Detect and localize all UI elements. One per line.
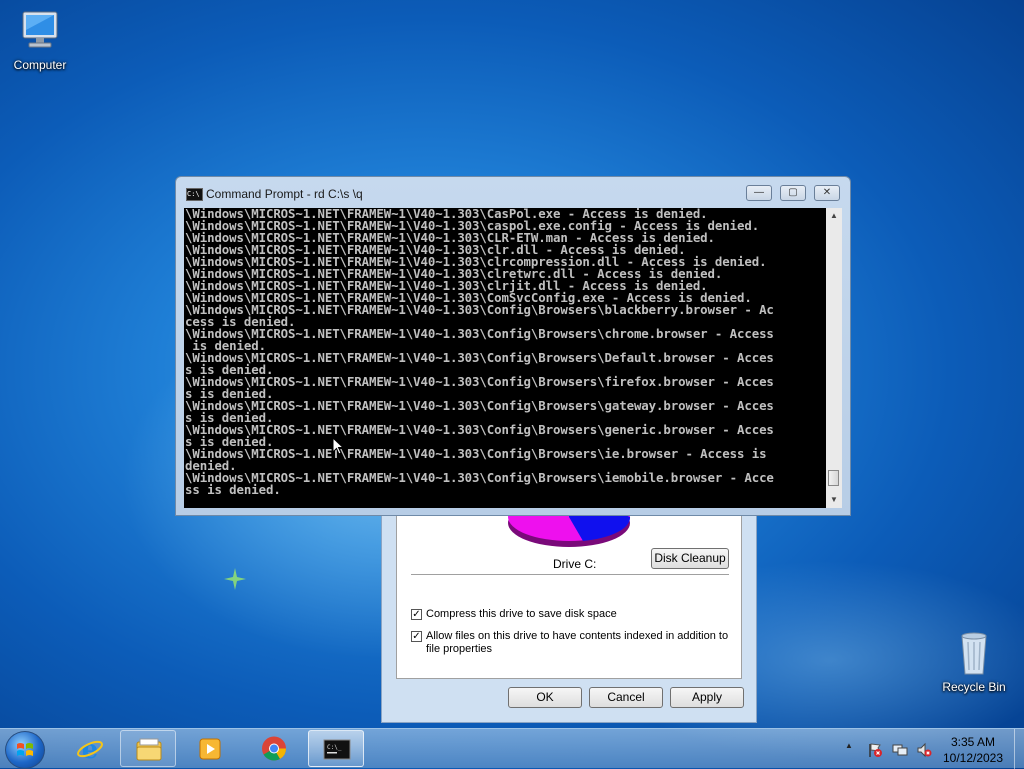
scroll-up-arrow-icon[interactable]: ▲: [826, 208, 842, 224]
minimize-button[interactable]: —: [746, 185, 772, 201]
desktop-icon-label: Recycle Bin: [942, 680, 1006, 694]
index-label-line2: file properties: [426, 643, 493, 655]
scroll-down-arrow-icon[interactable]: ▼: [826, 492, 842, 508]
taskbar-item-chrome[interactable]: [246, 730, 302, 767]
computer-icon: [22, 11, 58, 48]
taskbar-item-windows-explorer[interactable]: [120, 730, 176, 767]
index-option[interactable]: ✓ Allow files on this drive to have cont…: [411, 630, 728, 656]
network-icon[interactable]: [892, 742, 908, 758]
general-tab-panel: Drive C: Disk Cleanup ✓ Compress this dr…: [396, 501, 742, 679]
index-label: Allow files on this drive to have conten…: [426, 630, 728, 656]
show-desktop-button[interactable]: [1014, 729, 1024, 769]
console-output[interactable]: \Windows\MICROS~1.NET\FRAMEW~1\V40~1.303…: [184, 208, 826, 508]
taskbar: e C:\_ ▲ 3:35 AM 10/12/2023: [0, 728, 1024, 769]
taskbar-item-media-player[interactable]: [182, 730, 238, 767]
ok-button[interactable]: OK: [508, 687, 582, 708]
volume-muted-icon[interactable]: [916, 742, 932, 758]
svg-text:C:\_: C:\_: [327, 744, 342, 751]
tray-expand-icon[interactable]: ▲: [845, 741, 853, 750]
compress-checkbox[interactable]: ✓: [411, 609, 422, 620]
desktop-icon-recycle-bin[interactable]: Recycle Bin: [934, 630, 1014, 694]
clock-date: 10/12/2023: [942, 751, 1004, 765]
chrome-icon: [262, 736, 286, 761]
apply-button[interactable]: Apply: [670, 687, 744, 708]
close-button[interactable]: ✕: [814, 185, 840, 201]
taskbar-item-internet-explorer[interactable]: e: [62, 730, 118, 767]
desktop-icon-computer[interactable]: Computer: [0, 8, 80, 72]
action-center-flag-icon[interactable]: [867, 742, 883, 758]
clock-time: 3:35 AM: [950, 735, 996, 749]
console-text: \Windows\MICROS~1.NET\FRAMEW~1\V40~1.303…: [185, 208, 774, 497]
index-checkbox[interactable]: ✓: [411, 631, 422, 642]
taskbar-item-command-prompt[interactable]: C:\_: [308, 730, 364, 767]
svg-text:e: e: [82, 735, 99, 762]
command-prompt-window[interactable]: C:\ Command Prompt - rd C:\s \q — ▢ ✕ \W…: [175, 176, 851, 516]
command-prompt-icon: C:\: [186, 188, 203, 201]
windows-logo-icon: [17, 743, 33, 756]
mouse-cursor-icon: [332, 437, 344, 455]
window-title: Command Prompt - rd C:\s \q: [206, 187, 363, 201]
compress-label: Compress this drive to save disk space: [426, 608, 617, 620]
disk-cleanup-button[interactable]: Disk Cleanup: [651, 548, 729, 569]
desktop-icon-label: Computer: [13, 58, 67, 72]
folder-icon: [136, 738, 162, 761]
maximize-button[interactable]: ▢: [780, 185, 806, 201]
index-label-line1: Allow files on this drive to have conten…: [426, 630, 729, 642]
wallpaper-leaf-icon: [224, 568, 246, 590]
drive-label: Drive C:: [553, 557, 597, 571]
compress-option[interactable]: ✓ Compress this drive to save disk space: [411, 608, 617, 620]
internet-explorer-icon: e: [77, 735, 103, 762]
taskbar-clock[interactable]: 3:35 AM 10/12/2023: [938, 734, 1008, 766]
recycle-bin-icon: [961, 632, 987, 675]
start-button[interactable]: [5, 731, 45, 769]
cancel-button[interactable]: Cancel: [589, 687, 663, 708]
drive-properties-dialog: Drive C: Disk Cleanup ✓ Compress this dr…: [381, 500, 757, 723]
command-prompt-icon: C:\_: [323, 739, 351, 760]
separator: [411, 574, 729, 575]
media-player-icon: [199, 738, 221, 760]
vertical-scrollbar[interactable]: ▲ ▼: [826, 208, 842, 508]
scrollbar-thumb[interactable]: [828, 470, 839, 486]
